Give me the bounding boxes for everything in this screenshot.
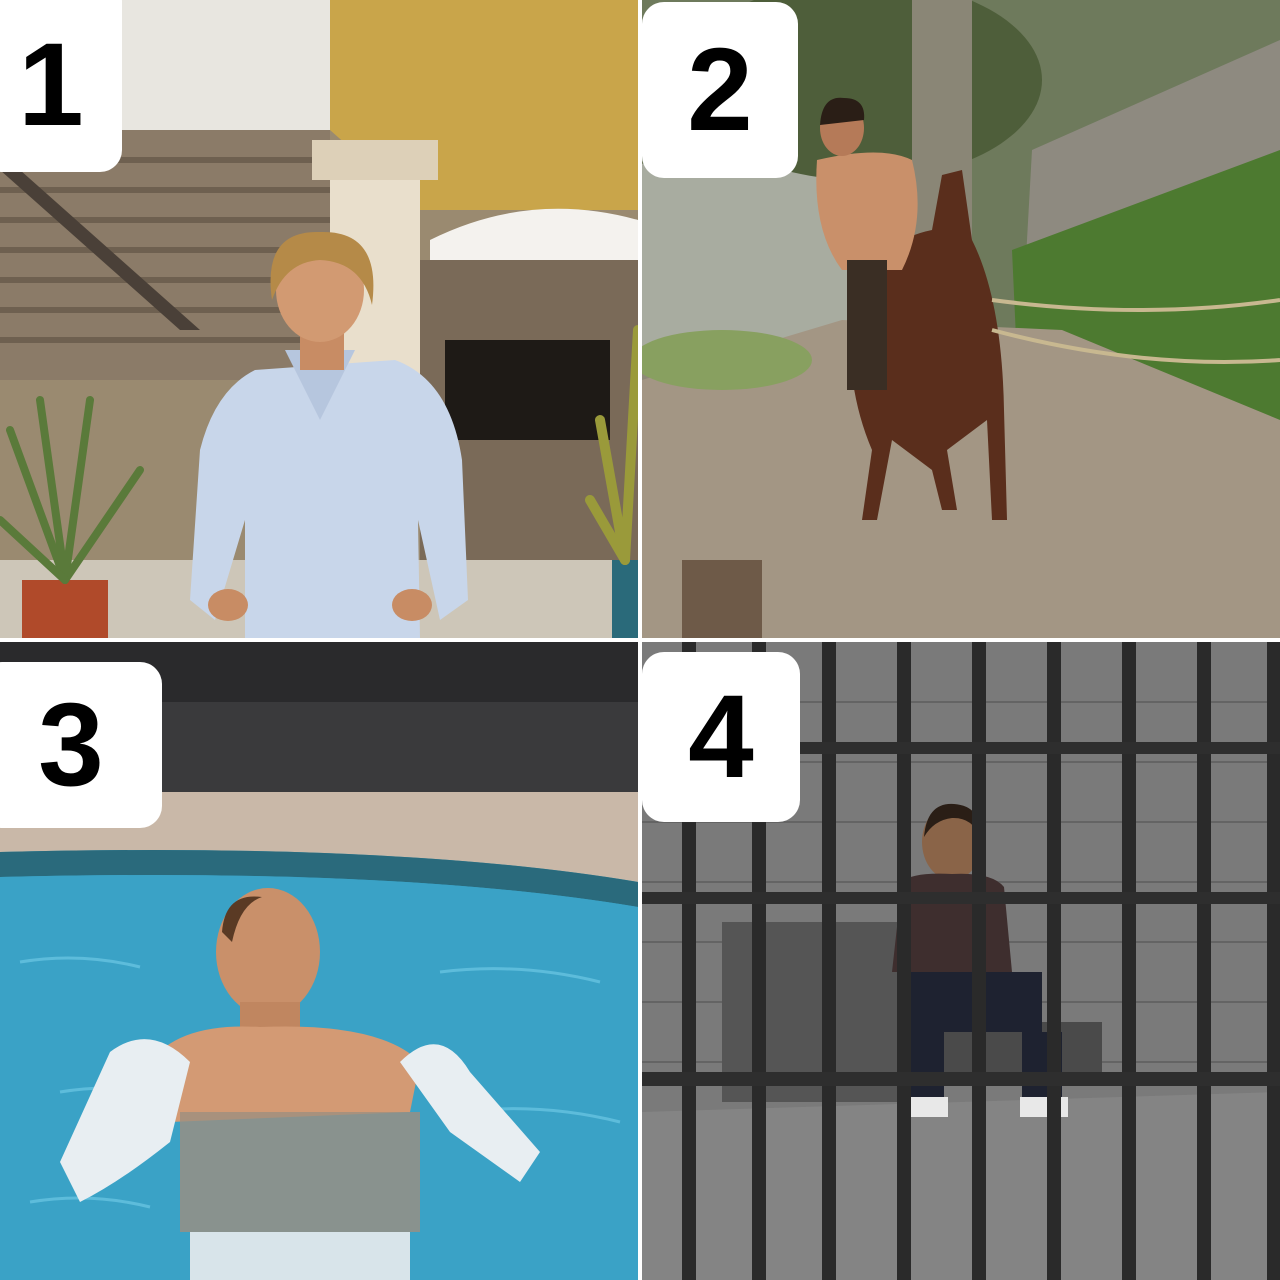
panel-number-badge-1: 1 bbox=[0, 0, 122, 172]
panel-number-badge-2: 2 bbox=[642, 2, 798, 178]
panel-number-badge-3: 3 bbox=[0, 662, 162, 828]
photo-panel-1: 1 bbox=[0, 0, 638, 638]
meme-collage-grid: 1 2 3 4 bbox=[0, 0, 1280, 1280]
photo-panel-4: 4 bbox=[642, 642, 1280, 1280]
photo-panel-3: 3 bbox=[0, 642, 638, 1280]
panel-number-badge-4: 4 bbox=[642, 652, 800, 822]
photo-panel-2: 2 bbox=[642, 0, 1280, 638]
